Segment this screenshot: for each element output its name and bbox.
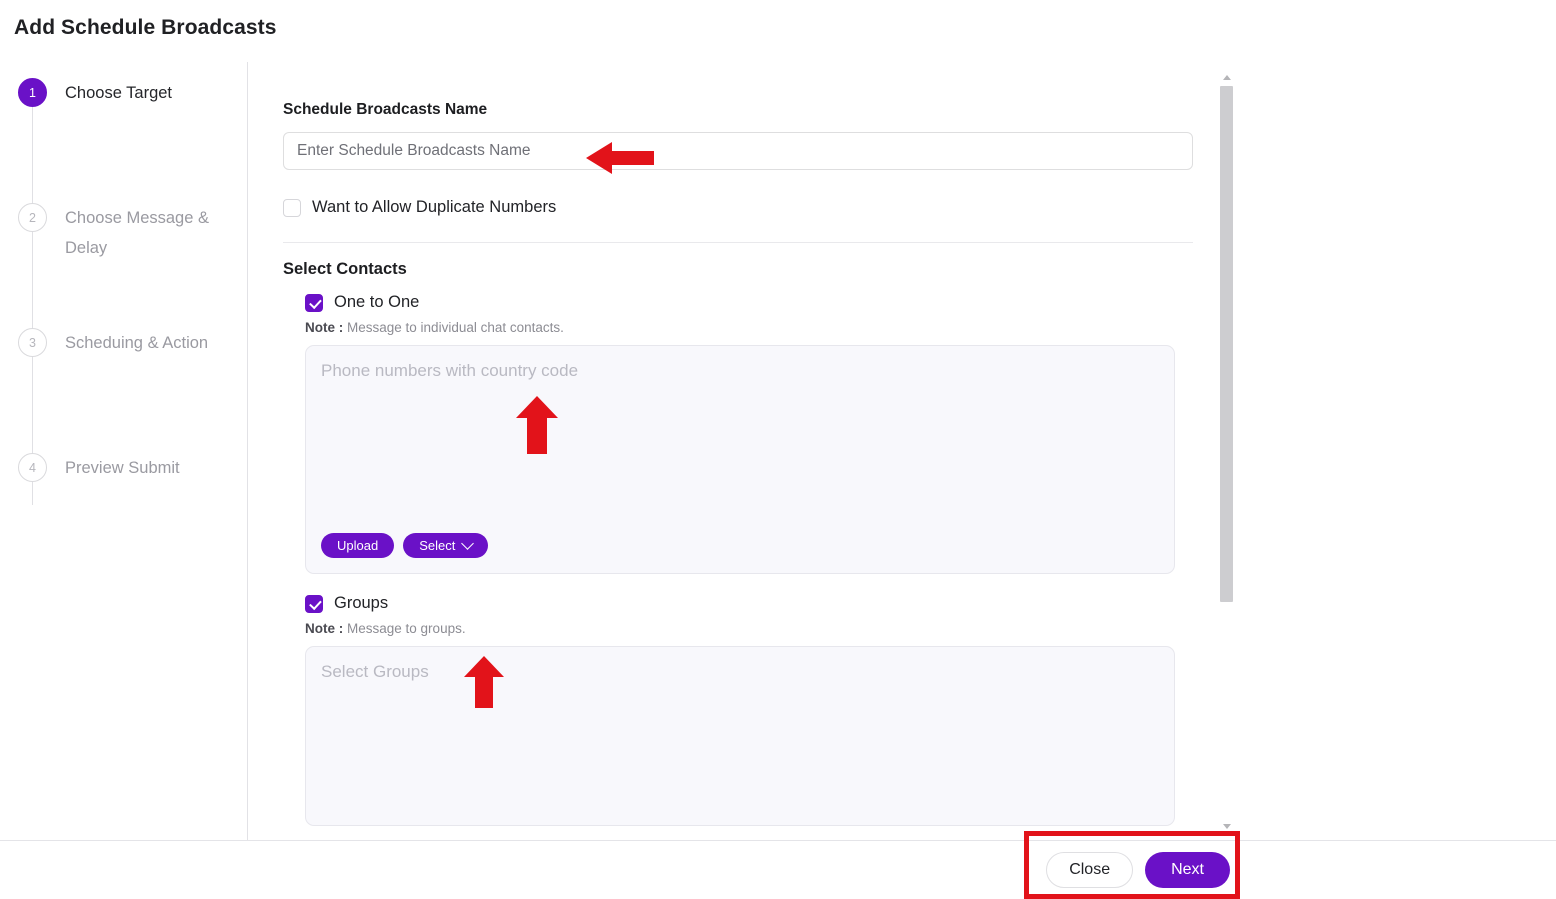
- schedule-name-input[interactable]: [283, 132, 1193, 170]
- modal-body: 1 Choose Target 2 Choose Message & Delay…: [0, 62, 1556, 841]
- phone-numbers-actions: Upload Select: [321, 533, 489, 558]
- next-button[interactable]: Next: [1145, 852, 1230, 888]
- stepper-item-preview-submit[interactable]: 4 Preview Submit: [18, 453, 238, 483]
- scroll-up-arrow-icon[interactable]: [1219, 70, 1234, 84]
- one-to-one-row[interactable]: One to One: [305, 293, 1193, 312]
- one-to-one-note-prefix: Note :: [305, 320, 344, 335]
- chevron-down-icon: [461, 537, 475, 550]
- stepper-item-label: Preview Submit: [65, 459, 180, 477]
- scrollbar-thumb[interactable]: [1220, 86, 1233, 602]
- stepper-item-label: Scheduing & Action: [65, 334, 209, 352]
- groups-note-prefix: Note :: [305, 621, 344, 636]
- stepper-item-choose-target[interactable]: 1 Choose Target: [18, 78, 238, 108]
- form-panel: Schedule Broadcasts Name Want to Allow D…: [249, 62, 1556, 840]
- select-dropdown-label: Select: [419, 538, 456, 553]
- groups-note: Note : Message to groups.: [305, 621, 1193, 636]
- groups-checkbox[interactable]: [305, 594, 323, 613]
- allow-duplicate-numbers-row[interactable]: Want to Allow Duplicate Numbers: [283, 198, 1193, 217]
- step-number-badge: 3: [18, 328, 47, 357]
- select-groups-textarea[interactable]: Select Groups: [305, 646, 1175, 826]
- one-to-one-label: One to One: [334, 293, 420, 311]
- step-number-badge: 4: [18, 453, 47, 482]
- phone-numbers-textarea[interactable]: Phone numbers with country code Upload S…: [305, 345, 1175, 574]
- one-to-one-block: One to One Note : Message to individual …: [305, 293, 1193, 574]
- select-contacts-title: Select Contacts: [283, 260, 407, 278]
- groups-note-text: Message to groups.: [347, 621, 466, 636]
- one-to-one-note-text: Message to individual chat contacts.: [347, 320, 564, 335]
- step-number-badge: 2: [18, 203, 47, 232]
- stepper-item-choose-message-delay[interactable]: 2 Choose Message & Delay: [18, 203, 238, 263]
- stepper-item-label: Choose Target: [65, 84, 173, 102]
- scroll-down-arrow-icon[interactable]: [1219, 819, 1234, 833]
- stepper-item-label: Choose Message & Delay: [65, 209, 209, 257]
- allow-duplicate-numbers-label: Want to Allow Duplicate Numbers: [312, 198, 557, 216]
- groups-row[interactable]: Groups: [305, 594, 1193, 613]
- one-to-one-checkbox[interactable]: [305, 293, 323, 312]
- groups-label: Groups: [334, 594, 389, 612]
- upload-button[interactable]: Upload: [321, 533, 395, 558]
- section-divider: [283, 242, 1193, 243]
- stepper-item-scheduing-action[interactable]: 3 Scheduing & Action: [18, 328, 238, 358]
- one-to-one-note: Note : Message to individual chat contac…: [305, 320, 1193, 335]
- footer-actions: Close Next: [1046, 852, 1230, 888]
- stepper: 1 Choose Target 2 Choose Message & Delay…: [0, 62, 248, 840]
- select-contacts-dropdown-button[interactable]: Select: [403, 533, 489, 558]
- schedule-name-label: Schedule Broadcasts Name: [283, 101, 488, 118]
- vertical-scrollbar[interactable]: [1219, 70, 1234, 833]
- allow-duplicate-numbers-checkbox[interactable]: [283, 198, 301, 217]
- step-number-badge: 1: [18, 78, 47, 107]
- close-button[interactable]: Close: [1046, 852, 1134, 888]
- phone-numbers-placeholder: Phone numbers with country code: [321, 361, 579, 380]
- select-groups-placeholder: Select Groups: [321, 662, 429, 681]
- page-title: Add Schedule Broadcasts: [14, 16, 277, 39]
- groups-block: Groups Note : Message to groups. Select …: [305, 594, 1193, 840]
- modal-footer: Close Next: [0, 841, 1556, 895]
